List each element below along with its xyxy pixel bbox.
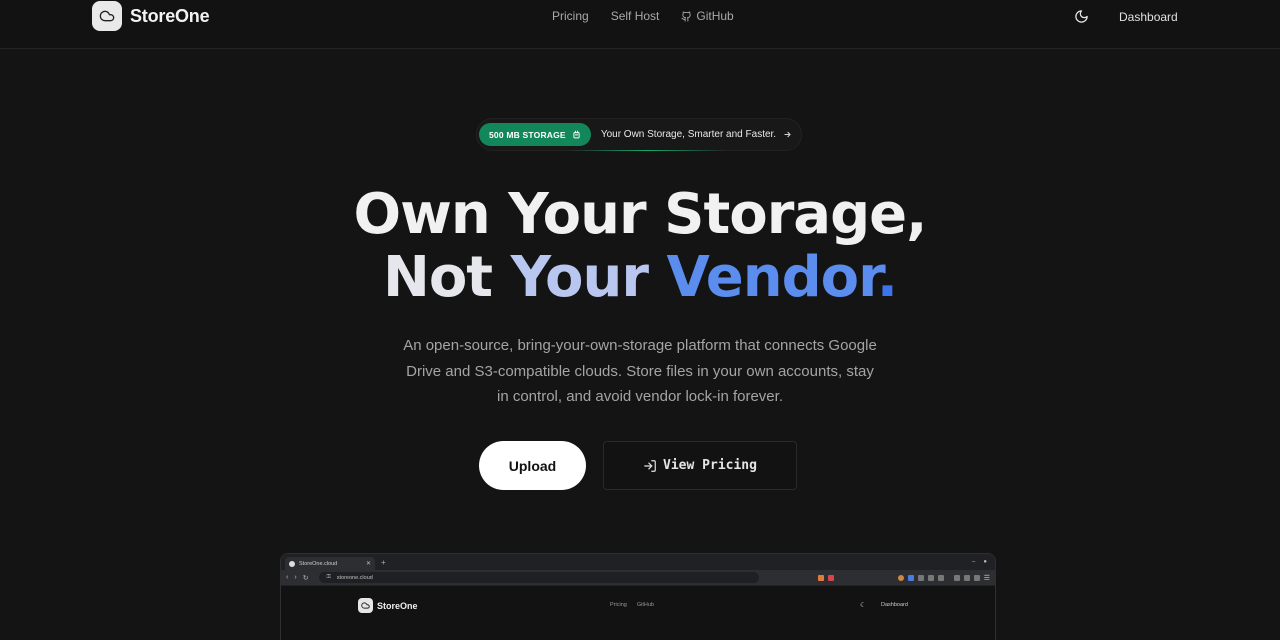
preview-tab-strip: StoreOne.cloud ✕ + – ●	[281, 554, 995, 570]
preview-extension-icon	[963, 574, 970, 581]
nav-github[interactable]: GitHub	[681, 9, 734, 23]
cloud-logo-icon	[92, 1, 122, 31]
preview-brand-name: StoreOne	[377, 600, 418, 611]
preview-extension-icon	[927, 574, 934, 581]
browser-preview: StoreOne.cloud ✕ + – ● ‹ › ↻ ⚿ storeone.c…	[280, 553, 996, 640]
preview-reload-icon: ↻	[302, 574, 309, 582]
view-pricing-label: View Pricing	[663, 458, 757, 473]
preview-brand: StoreOne	[358, 598, 418, 613]
view-pricing-button[interactable]: View Pricing	[603, 441, 797, 490]
hero-title-vendor: Vendor	[666, 245, 877, 310]
hero-title-your: Your	[510, 245, 649, 310]
nav-github-label: GitHub	[696, 9, 734, 23]
site-header: StoreOne Pricing Self Host GitHub Dashbo…	[0, 0, 1280, 49]
nav-pricing[interactable]: Pricing	[552, 9, 589, 23]
badge-message: Your Own Storage, Smarter and Faster.	[601, 129, 792, 140]
preview-address-bar: ⚿ storeone.cloud	[318, 572, 759, 583]
badge-message-text: Your Own Storage, Smarter and Faster.	[600, 129, 777, 140]
arrow-right-icon	[784, 131, 791, 138]
github-icon	[681, 10, 692, 22]
preview-extension-icon	[897, 574, 904, 581]
nav-self-host[interactable]: Self Host	[611, 9, 660, 23]
preview-extension-icon	[917, 574, 924, 581]
preview-toolbar: ‹ › ↻ ⚿ storeone.cloud ☰	[281, 570, 995, 585]
preview-extensions: ☰	[817, 574, 990, 582]
hero-title: Own Your Storage, Not Your Vendor.	[0, 183, 1280, 309]
preview-url: storeone.cloud	[336, 574, 373, 581]
preview-extension-icon	[937, 574, 944, 581]
preview-back-icon: ‹	[286, 574, 289, 581]
preview-extension-icon	[907, 574, 914, 581]
storage-pill-label: 500 MB STORAGE	[489, 129, 566, 140]
hero-title-line1: Own Your Storage,	[353, 182, 928, 247]
brand-name: StoreOne	[130, 5, 210, 26]
main-nav: Pricing Self Host GitHub	[552, 9, 756, 23]
preview-menu-icon: ☰	[983, 574, 990, 582]
preview-close-icon: ✕	[365, 561, 371, 567]
preview-minimize-icon: –	[972, 559, 976, 565]
preview-page: StoreOne Pricing GitHub ☾ Dashboard	[281, 585, 995, 640]
preview-forward-icon: ›	[294, 574, 297, 581]
preview-extension-icon	[817, 574, 824, 581]
preview-nav: Pricing GitHub	[610, 602, 654, 608]
preview-dashboard: Dashboard	[881, 602, 908, 608]
storage-chip-icon	[573, 130, 580, 139]
storage-pill: 500 MB STORAGE	[479, 123, 591, 146]
preview-tab-title: StoreOne.cloud	[299, 560, 338, 567]
hero-subtitle: An open-source, bring-your-own-storage p…	[403, 337, 877, 405]
moon-icon	[1075, 10, 1088, 23]
preview-nav-pricing: Pricing	[610, 602, 627, 608]
preview-favicon-icon	[289, 560, 295, 567]
preview-close-window-icon: ●	[983, 559, 987, 565]
brand-link[interactable]: StoreOne	[92, 1, 210, 31]
hero-title-period: .	[876, 245, 898, 310]
preview-moon-icon: ☾	[860, 602, 867, 609]
preview-lock-icon: ⚿	[326, 574, 331, 580]
preview-cloud-icon	[358, 598, 373, 613]
upload-button[interactable]: Upload	[479, 441, 586, 490]
log-in-icon	[644, 459, 656, 472]
dashboard-link[interactable]: Dashboard	[1119, 10, 1178, 24]
preview-nav-github: GitHub	[636, 602, 654, 608]
hero-title-not: Not	[382, 245, 493, 310]
preview-window-controls: – ●	[972, 559, 987, 565]
preview-extension-icon	[953, 574, 960, 581]
theme-toggle-button[interactable]	[1074, 9, 1090, 25]
preview-tab: StoreOne.cloud ✕	[285, 557, 375, 570]
preview-new-tab-icon: +	[381, 557, 386, 567]
preview-extension-icon	[973, 574, 980, 581]
preview-extension-icon	[827, 574, 834, 581]
announcement-badge[interactable]: 500 MB STORAGE Your Own Storage, Smarter…	[476, 118, 802, 151]
